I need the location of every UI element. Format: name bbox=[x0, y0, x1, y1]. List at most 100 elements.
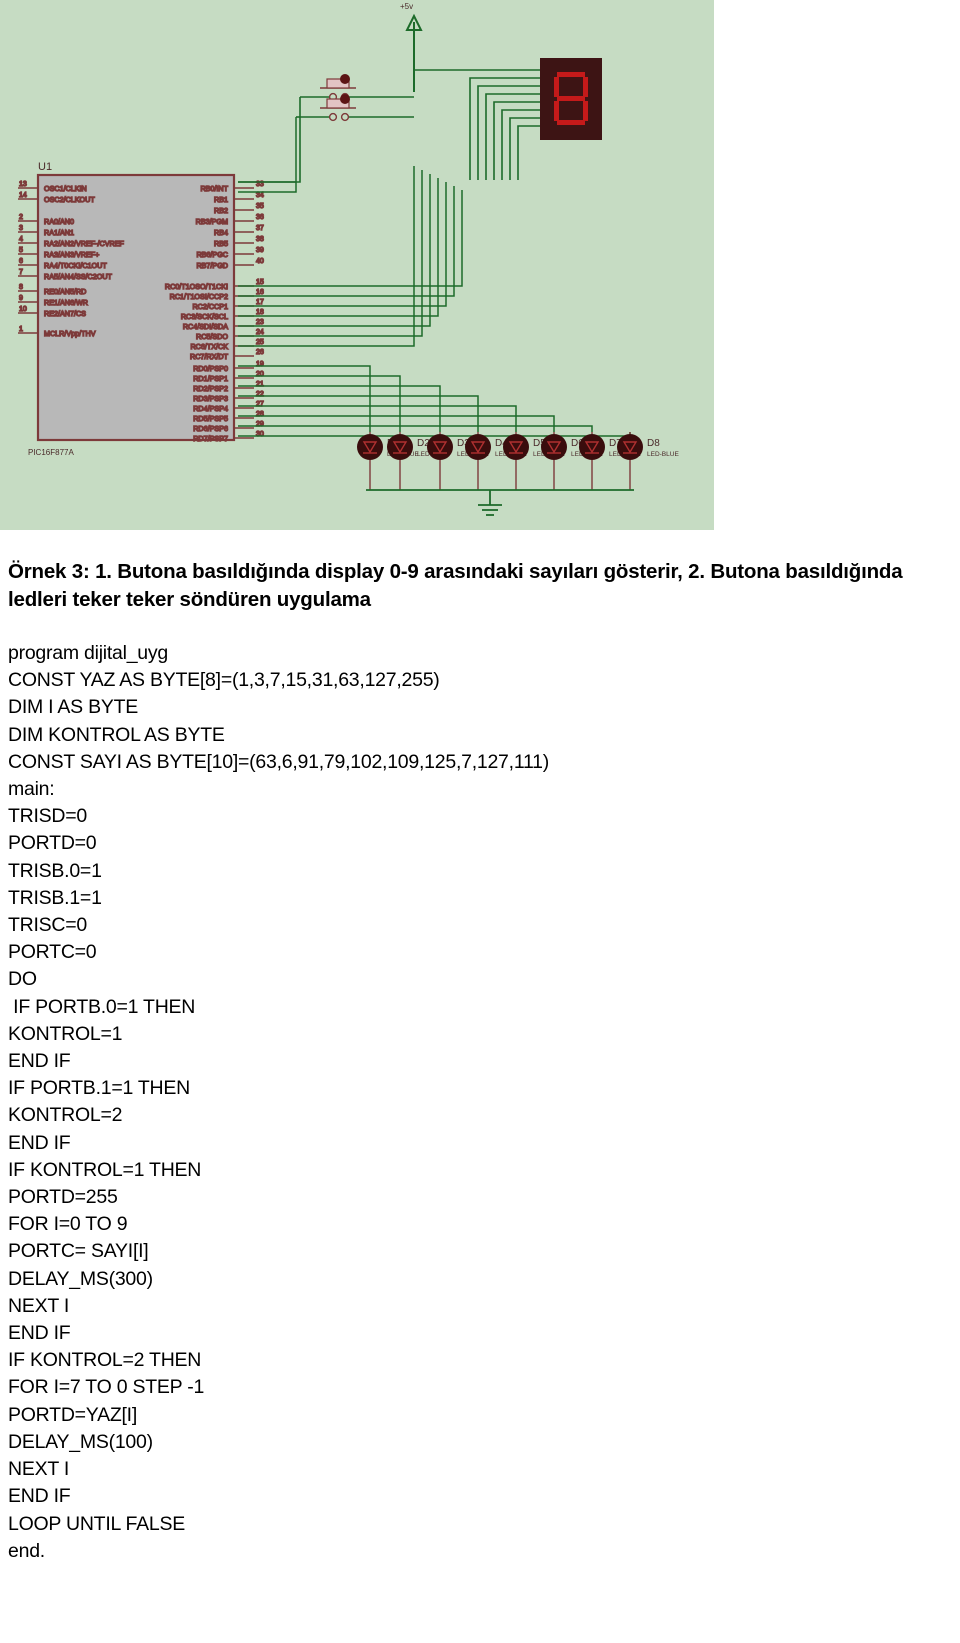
button-2[interactable] bbox=[300, 94, 414, 122]
pin-label: RA3/AN3/VREF+ bbox=[44, 250, 99, 259]
mcu-part-label: PIC16F877A bbox=[28, 448, 74, 457]
pin-label: RD6/PSP6 bbox=[193, 424, 228, 433]
pin-number: 3 bbox=[19, 225, 23, 232]
pin-number: 7 bbox=[19, 269, 23, 276]
code-line: TRISB.1=1 bbox=[8, 886, 102, 909]
pin-number: 25 bbox=[256, 339, 264, 346]
pin-number: 26 bbox=[256, 349, 264, 356]
pin-number: 24 bbox=[256, 329, 264, 336]
pin-label: RD7/PSP7 bbox=[193, 434, 228, 443]
code-line: TRISB.0=1 bbox=[8, 859, 102, 882]
code-line: NEXT I bbox=[8, 1458, 69, 1481]
circuit-schematic-image: +5v 8 bbox=[0, 0, 714, 530]
pin-label: RB2 bbox=[214, 206, 228, 215]
led-body-icon bbox=[427, 434, 453, 460]
pin-number: 29 bbox=[256, 421, 264, 428]
pin-label: RA5/AN4/SS/C2OUT bbox=[44, 272, 113, 281]
led-body-icon bbox=[503, 434, 529, 460]
code-line: IF PORTB.1=1 THEN bbox=[8, 1077, 190, 1100]
code-line: PORTD=0 bbox=[8, 832, 97, 855]
code-line: FOR I=7 TO 0 STEP -1 bbox=[8, 1376, 205, 1399]
code-line: END IF bbox=[8, 1050, 71, 1073]
pin-label: RA0/AN0 bbox=[44, 217, 74, 226]
pin-number: 34 bbox=[256, 192, 264, 199]
pin-number: 9 bbox=[19, 295, 23, 302]
led-part-label: LED-BLUE bbox=[647, 451, 679, 458]
pin-number: 35 bbox=[256, 203, 264, 210]
display-bus-wires bbox=[413, 69, 540, 180]
pin-label: RD5/PSP5 bbox=[193, 414, 228, 423]
led-body-icon bbox=[465, 434, 491, 460]
code-line: DELAY_MS(100) bbox=[8, 1430, 153, 1453]
code-line: END IF bbox=[8, 1322, 71, 1345]
button-1-cap-icon[interactable] bbox=[340, 74, 350, 84]
pin-label: RC0/T1OSO/T1CKI bbox=[165, 282, 228, 291]
pin-number: 22 bbox=[256, 391, 264, 398]
power-rail-label: +5v bbox=[400, 2, 413, 11]
pin-number: 5 bbox=[19, 247, 23, 254]
pin-number: 20 bbox=[256, 371, 264, 378]
pin-number: 16 bbox=[256, 289, 264, 296]
pin-label: RC4/SDI/SDA bbox=[183, 322, 228, 331]
code-line: TRISD=0 bbox=[8, 805, 87, 828]
pin-label: RA4/T0CKI/C1OUT bbox=[44, 261, 107, 270]
code-line: PORTC= SAYI[I] bbox=[8, 1240, 149, 1263]
button-1[interactable] bbox=[300, 74, 414, 102]
pin-label: RB5 bbox=[214, 239, 228, 248]
pin-label: RC3/SCK/SCL bbox=[181, 312, 228, 321]
ground-bus bbox=[366, 489, 634, 516]
pin-label: RE0/AN5/RD bbox=[44, 287, 86, 296]
pin-number: 30 bbox=[256, 431, 264, 438]
pin-number: 15 bbox=[256, 279, 264, 286]
pin-label: RB0/INT bbox=[200, 184, 228, 193]
pin-number: 14 bbox=[19, 192, 27, 199]
code-line: FOR I=0 TO 9 bbox=[8, 1213, 128, 1236]
code-line: IF PORTB.0=1 THEN bbox=[8, 995, 196, 1018]
pin-number: 21 bbox=[256, 381, 264, 388]
pin-label: RD3/PSP3 bbox=[193, 394, 228, 403]
code-line: KONTROL=1 bbox=[8, 1022, 123, 1045]
pin-number: 17 bbox=[256, 299, 264, 306]
pin-label: RA2/AN2/VREF-/CVREF bbox=[44, 239, 124, 248]
pin-number: 13 bbox=[19, 181, 27, 188]
button-2-cap-icon[interactable] bbox=[340, 94, 350, 104]
code-line: NEXT I bbox=[8, 1294, 69, 1317]
led-body-icon bbox=[541, 434, 567, 460]
code-listing: program dijital_uyg CONST YAZ AS BYTE[8]=… bbox=[0, 614, 960, 1565]
code-line: DO bbox=[8, 968, 37, 991]
pin-number: 18 bbox=[256, 309, 264, 316]
pin-number: 38 bbox=[256, 236, 264, 243]
pin-number: 6 bbox=[19, 258, 23, 265]
pin-number: 8 bbox=[19, 284, 23, 291]
code-line: CONST YAZ AS BYTE[8]=(1,3,7,15,31,63,127… bbox=[8, 669, 440, 692]
code-line: PORTD=255 bbox=[8, 1186, 118, 1209]
pin-number: 23 bbox=[256, 319, 264, 326]
pin-number: 39 bbox=[256, 247, 264, 254]
code-line: DELAY_MS(300) bbox=[8, 1267, 153, 1290]
pin-number: 37 bbox=[256, 225, 264, 232]
pin-label: RD4/PSP4 bbox=[193, 404, 228, 413]
code-line: program dijital_uyg bbox=[8, 642, 169, 664]
pin-label: MCLR/Vpp/THV bbox=[44, 329, 96, 338]
portb-wires bbox=[238, 117, 297, 193]
led-row: D1LED-BLUED2LED-BLUED3LED-BLUED4LED-BLUE… bbox=[357, 432, 679, 490]
pin-number: 4 bbox=[19, 236, 23, 243]
pin-number: 27 bbox=[256, 401, 264, 408]
code-line: END IF bbox=[8, 1131, 71, 1154]
pin-label: OSC1/CLKIN bbox=[44, 184, 87, 193]
page-title: Örnek 3: 1. Butona basıldığında display … bbox=[8, 560, 908, 611]
seven-segment-display: 8 bbox=[540, 58, 602, 140]
pin-label: RE2/AN7/CS bbox=[44, 309, 86, 318]
led-body-icon bbox=[617, 434, 643, 460]
pin-number: 36 bbox=[256, 214, 264, 221]
code-line: END IF bbox=[8, 1485, 71, 1508]
portd-wires bbox=[238, 365, 631, 437]
pin-label: RD2/PSP2 bbox=[193, 384, 228, 393]
power-rail-group: +5v bbox=[400, 2, 423, 92]
led-body-icon bbox=[357, 434, 383, 460]
pin-label: RA1/AN1 bbox=[44, 228, 74, 237]
code-line: end. bbox=[8, 1539, 45, 1562]
pin-label: RB6/PGC bbox=[196, 250, 228, 259]
pin-number: 19 bbox=[256, 361, 264, 368]
code-line: TRISC=0 bbox=[8, 914, 87, 937]
